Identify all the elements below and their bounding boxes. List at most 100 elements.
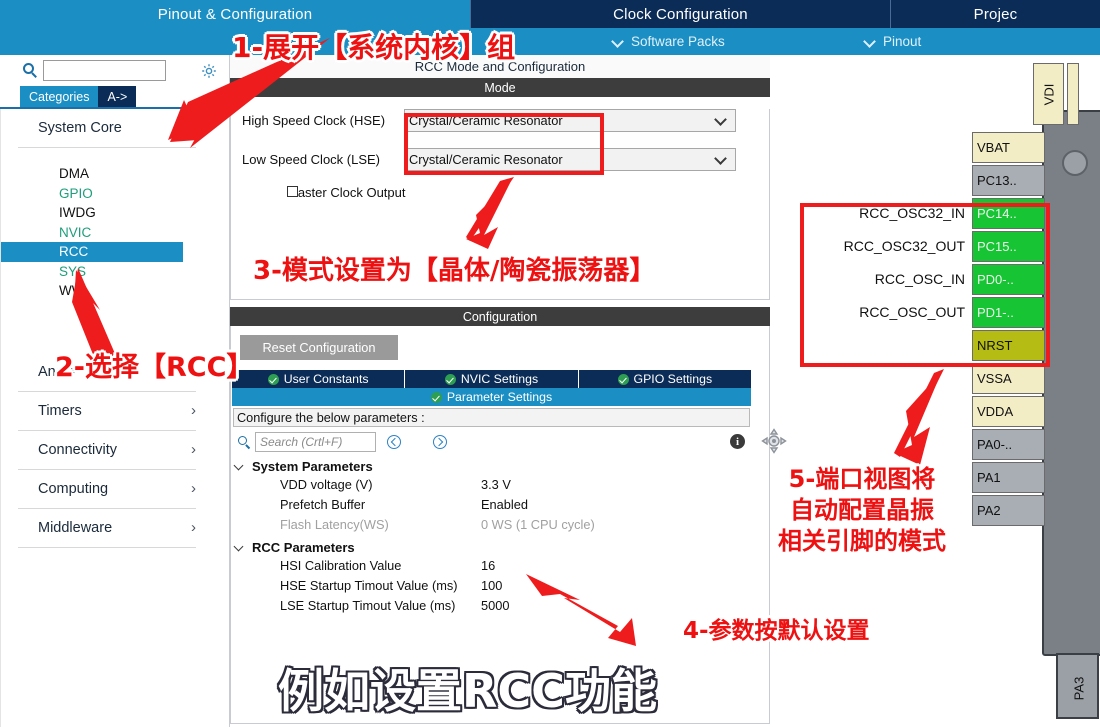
pin-pa2[interactable]: PA2 (972, 495, 1045, 526)
configure-parameters-label: Configure the below parameters : (237, 410, 425, 425)
main-tab-bar: Pinout & Configuration Clock Configurati… (0, 0, 1100, 28)
sidebar-group-timers[interactable]: Timers › (1, 392, 218, 430)
annotation-step-3: 3-模式设置为【晶体/陶瓷振荡器】 (253, 250, 655, 287)
sidebar-group-middleware[interactable]: Middleware › (1, 509, 218, 547)
sidebar-group-timers-label: Timers (38, 402, 82, 419)
chevron-right-icon: › (191, 480, 196, 497)
annotation-step-2-text: 2-选择【RCC】 (55, 352, 254, 383)
master-clock-output-label: Master Clock Output (287, 185, 406, 200)
chevron-down-icon (235, 543, 244, 552)
gear-icon[interactable] (201, 63, 217, 79)
pin-pa1[interactable]: PA1 (972, 462, 1045, 493)
pin-pa1-label: PA1 (977, 470, 1001, 485)
sidebar-search-row (0, 55, 218, 87)
prev-icon[interactable] (387, 435, 401, 449)
subtab-software-packs[interactable]: Software Packs (613, 28, 725, 55)
tab-nvic-settings-label: NVIC Settings (460, 372, 539, 386)
tab-parameter-settings[interactable]: Parameter Settings (232, 388, 751, 406)
tab-user-constants-label: User Constants (283, 372, 369, 386)
tab-nvic-settings[interactable]: NVIC Settings (405, 370, 579, 388)
tab-user-constants[interactable]: User Constants (232, 370, 406, 388)
sidebar-group-computing[interactable]: Computing › (1, 470, 218, 508)
sidebar-item-dma-label: DMA (59, 166, 89, 182)
param-group-system-parameters[interactable]: System Parameters (231, 456, 750, 477)
sidebar-group-connectivity[interactable]: Connectivity › (1, 431, 218, 469)
sidebar-tab-categories-label: Categories (29, 89, 90, 104)
info-icon[interactable]: i (730, 434, 745, 449)
sidebar-item-gpio[interactable]: GPIO (1, 184, 218, 204)
pin-vdda[interactable]: VDDA (972, 396, 1045, 427)
tab-project-manager[interactable]: Projec (890, 0, 1100, 28)
param-row-flash-latency-name: Flash Latency(WS) (280, 517, 389, 532)
pin-vdd-label: VDI (1040, 83, 1056, 105)
subtab-software-packs-label: Software Packs (631, 34, 725, 49)
sidebar-item-rcc[interactable]: RCC (1, 242, 183, 262)
sidebar-group-connectivity-label: Connectivity (38, 441, 117, 458)
annotation-step-4-text: 4-参数按默认设置 (683, 618, 870, 644)
sidebar-item-rcc-label: RCC (59, 244, 89, 260)
param-row-lse-startup-timeout[interactable]: LSE Startup Timout Value (ms) 5000 (231, 598, 750, 618)
pin-vbat-label: VBAT (977, 140, 1010, 155)
tab-pinout-configuration-label: Pinout & Configuration (157, 5, 313, 23)
pin-pc13[interactable]: PC13.. (972, 165, 1045, 196)
annotation-step-5-line1: 5-端口视图将 (788, 465, 936, 493)
tab-clock-configuration[interactable]: Clock Configuration (470, 0, 890, 28)
sidebar-group-system-core[interactable]: System Core (1, 109, 218, 147)
mode-row-hse-label: High Speed Clock (HSE) (242, 113, 386, 128)
configure-parameters-header: Configure the below parameters : (233, 408, 750, 427)
chevron-down-icon (716, 154, 726, 164)
sidebar-item-sys-label: SYS (59, 263, 87, 279)
pin-vdd[interactable]: VDI (1033, 63, 1064, 125)
tab-pinout-configuration[interactable]: Pinout & Configuration (0, 0, 470, 28)
param-row-hse-startup-timeout-name: HSE Startup Timout Value (ms) (280, 578, 458, 593)
sidebar-item-sys[interactable]: SYS (1, 262, 218, 282)
check-icon (617, 373, 629, 385)
chevron-down-icon (235, 462, 244, 471)
sidebar-item-dma[interactable]: DMA (1, 164, 218, 184)
sidebar-item-nvic[interactable]: NVIC (1, 223, 218, 243)
configuration-band: Configuration (230, 307, 770, 326)
pin-vssa[interactable]: VSSA (972, 363, 1045, 394)
param-row-hse-startup-timeout-value: 100 (481, 578, 503, 593)
sidebar-search-input[interactable] (43, 60, 166, 81)
param-row-hsi-calibration-name: HSI Calibration Value (280, 558, 402, 573)
param-row-prefetch-buffer[interactable]: Prefetch Buffer Enabled (231, 497, 750, 517)
tab-gpio-settings[interactable]: GPIO Settings (578, 370, 751, 388)
master-clock-output-checkbox[interactable] (287, 186, 298, 197)
sidebar-tab-categories[interactable]: Categories (20, 86, 99, 107)
sidebar-item-iwdg[interactable]: IWDG (1, 203, 218, 223)
annotation-step-3-text: 3-模式设置为【晶体/陶瓷振荡器】 (253, 256, 656, 286)
chip-bottom-pin-pa3[interactable]: PA3 (1056, 653, 1099, 719)
pin-vdd-neighbor[interactable] (1067, 63, 1079, 125)
param-row-hse-startup-timeout[interactable]: HSE Startup Timout Value (ms) 100 (231, 578, 750, 598)
sidebar-item-iwdg-label: IWDG (59, 205, 96, 221)
param-row-hsi-calibration[interactable]: HSI Calibration Value 16 (231, 558, 750, 578)
sidebar-tab-alphabetical[interactable]: A-> (98, 86, 137, 107)
param-row-prefetch-buffer-name: Prefetch Buffer (280, 497, 366, 512)
chip-orientation-dot (1062, 150, 1088, 176)
chip-body (1042, 110, 1100, 656)
sidebar-item-wwdg[interactable]: WW (1, 281, 218, 301)
next-icon[interactable] (433, 435, 447, 449)
param-row-lse-startup-timeout-name: LSE Startup Timout Value (ms) (280, 598, 456, 613)
tab-parameter-settings-label: Parameter Settings (446, 390, 553, 404)
pin-vssa-label: VSSA (977, 371, 1012, 386)
parameter-search-input[interactable]: Search (Crtl+F) (255, 432, 376, 452)
configuration-band-label: Configuration (462, 309, 538, 324)
param-row-flash-latency-value: 0 WS (1 CPU cycle) (481, 517, 595, 532)
search-icon (238, 436, 251, 450)
pin-pa0-label: PA0-.. (977, 437, 1013, 452)
sidebar-item-gpio-label: GPIO (59, 185, 93, 201)
panel-splitter-handle[interactable] (761, 428, 787, 454)
param-group-rcc-parameters[interactable]: RCC Parameters (231, 537, 750, 558)
subtab-pinout[interactable]: Pinout (865, 28, 921, 55)
pin-vbat[interactable]: VBAT (972, 132, 1045, 163)
chevron-right-icon: › (191, 441, 196, 458)
parameter-list: System Parameters VDD voltage (V) 3.3 V … (231, 456, 750, 618)
chevron-right-icon: › (191, 402, 196, 419)
master-clock-output-row[interactable]: Master Clock Output (231, 185, 769, 200)
pin-pa0[interactable]: PA0-.. (972, 429, 1045, 460)
reset-configuration-label: Reset Configuration (262, 340, 376, 355)
reset-configuration-button[interactable]: Reset Configuration (240, 335, 398, 360)
param-row-vdd-voltage[interactable]: VDD voltage (V) 3.3 V (231, 477, 750, 497)
